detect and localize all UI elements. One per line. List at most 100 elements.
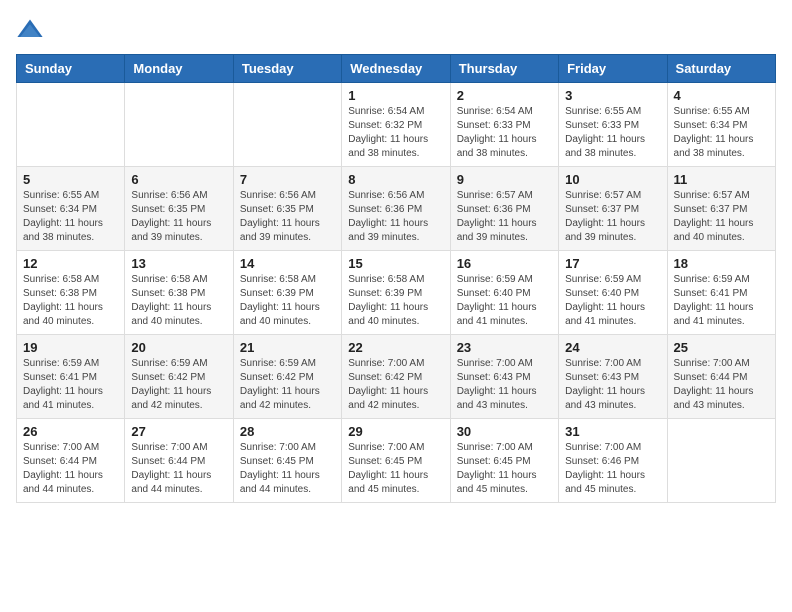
calendar-cell: 16Sunrise: 6:59 AM Sunset: 6:40 PM Dayli…	[450, 251, 558, 335]
day-number: 22	[348, 340, 443, 355]
day-number: 18	[674, 256, 769, 271]
day-number: 12	[23, 256, 118, 271]
day-number: 10	[565, 172, 660, 187]
calendar-cell: 30 Sunrise: 7:00 AM Sunset: 6:45 PM Dayli…	[450, 419, 558, 503]
calendar-cell: 3 Sunrise: 6:55 AM Sunset: 6:33 PM Daylig…	[559, 83, 667, 167]
day-number: 5	[23, 172, 118, 187]
day-info: Sunrise: 6:57 AM Sunset: 6:37 PM Dayligh…	[674, 189, 769, 245]
calendar-cell: 9 Sunrise: 6:57 AM Sunset: 6:36 PM Daylig…	[450, 167, 558, 251]
day-number: 19	[23, 340, 118, 355]
day-info: Sunrise: 6:56 AM Sunset: 6:35 PM Dayligh…	[131, 189, 226, 245]
calendar-cell: 26 Sunrise: 7:00 AM Sunset: 6:44 PM Dayli…	[17, 419, 125, 503]
calendar-cell: 14 Sunrise: 6:58 AM Sunset: 6:39 PM Dayli…	[233, 251, 341, 335]
calendar-cell: 17 Sunrise: 6:59 AM Sunset: 6:40 PM Dayli…	[559, 251, 667, 335]
day-info: Sunrise: 6:55 AM Sunset: 6:34 PM Dayligh…	[23, 189, 118, 245]
calendar-cell: 21 Sunrise: 6:59 AM Sunset: 6:42 PM Dayli…	[233, 335, 341, 419]
day-of-week-header: Saturday	[667, 55, 775, 83]
day-info: Sunrise: 7:00 AM Sunset: 6:43 PM Dayligh…	[457, 357, 552, 413]
day-info: Sunrise: 6:56 AM Sunset: 6:35 PM Dayligh…	[240, 189, 335, 245]
day-number: 4	[674, 88, 769, 103]
calendar-cell: 8 Sunrise: 6:56 AM Sunset: 6:36 PM Daylig…	[342, 167, 450, 251]
calendar-cell	[233, 83, 341, 167]
calendar-body: 1Sunrise: 6:54 AM Sunset: 6:32 PM Daylig…	[17, 83, 776, 503]
day-number: 30	[457, 424, 552, 439]
calendar-cell: 19 Sunrise: 6:59 AM Sunset: 6:41 PM Dayli…	[17, 335, 125, 419]
day-number: 25	[674, 340, 769, 355]
day-of-week-header: Monday	[125, 55, 233, 83]
calendar-cell	[125, 83, 233, 167]
day-info: Sunrise: 7:00 AM Sunset: 6:45 PM Dayligh…	[348, 441, 443, 497]
day-info: Sunrise: 7:00 AM Sunset: 6:42 PM Dayligh…	[348, 357, 443, 413]
calendar-cell: 12 Sunrise: 6:58 AM Sunset: 6:38 PM Dayli…	[17, 251, 125, 335]
calendar-cell: 20Sunrise: 6:59 AM Sunset: 6:42 PM Dayli…	[125, 335, 233, 419]
calendar-week-row: 12 Sunrise: 6:58 AM Sunset: 6:38 PM Dayli…	[17, 251, 776, 335]
day-info: Sunrise: 6:57 AM Sunset: 6:36 PM Dayligh…	[457, 189, 552, 245]
day-info: Sunrise: 6:59 AM Sunset: 6:41 PM Dayligh…	[23, 357, 118, 413]
day-info: Sunrise: 7:00 AM Sunset: 6:44 PM Dayligh…	[23, 441, 118, 497]
day-number: 21	[240, 340, 335, 355]
day-number: 16	[457, 256, 552, 271]
day-info: Sunrise: 7:00 AM Sunset: 6:43 PM Dayligh…	[565, 357, 660, 413]
calendar-cell: 28 Sunrise: 7:00 AM Sunset: 6:45 PM Dayli…	[233, 419, 341, 503]
day-number: 3	[565, 88, 660, 103]
day-info: Sunrise: 6:56 AM Sunset: 6:36 PM Dayligh…	[348, 189, 443, 245]
day-number: 11	[674, 172, 769, 187]
day-info: Sunrise: 6:54 AM Sunset: 6:32 PM Dayligh…	[348, 105, 443, 161]
calendar-cell: 2Sunrise: 6:54 AM Sunset: 6:33 PM Daylig…	[450, 83, 558, 167]
calendar-cell: 27 Sunrise: 7:00 AM Sunset: 6:44 PM Dayli…	[125, 419, 233, 503]
day-info: Sunrise: 6:55 AM Sunset: 6:33 PM Dayligh…	[565, 105, 660, 161]
calendar-cell: 13 Sunrise: 6:58 AM Sunset: 6:38 PM Dayli…	[125, 251, 233, 335]
day-number: 26	[23, 424, 118, 439]
day-number: 14	[240, 256, 335, 271]
calendar-cell: 23 Sunrise: 7:00 AM Sunset: 6:43 PM Dayli…	[450, 335, 558, 419]
day-number: 17	[565, 256, 660, 271]
day-info: Sunrise: 7:00 AM Sunset: 6:45 PM Dayligh…	[457, 441, 552, 497]
day-info: Sunrise: 6:59 AM Sunset: 6:42 PM Dayligh…	[240, 357, 335, 413]
day-number: 8	[348, 172, 443, 187]
day-number: 24	[565, 340, 660, 355]
day-info: Sunrise: 6:58 AM Sunset: 6:38 PM Dayligh…	[23, 273, 118, 329]
day-info: Sunrise: 7:00 AM Sunset: 6:44 PM Dayligh…	[674, 357, 769, 413]
day-number: 28	[240, 424, 335, 439]
day-number: 27	[131, 424, 226, 439]
calendar-cell: 4 Sunrise: 6:55 AM Sunset: 6:34 PM Daylig…	[667, 83, 775, 167]
day-of-week-header: Thursday	[450, 55, 558, 83]
day-info: Sunrise: 7:00 AM Sunset: 6:45 PM Dayligh…	[240, 441, 335, 497]
day-info: Sunrise: 7:00 AM Sunset: 6:44 PM Dayligh…	[131, 441, 226, 497]
calendar-week-row: 26 Sunrise: 7:00 AM Sunset: 6:44 PM Dayli…	[17, 419, 776, 503]
calendar-cell: 15Sunrise: 6:58 AM Sunset: 6:39 PM Dayli…	[342, 251, 450, 335]
day-number: 31	[565, 424, 660, 439]
day-of-week-header: Friday	[559, 55, 667, 83]
calendar-cell: 1Sunrise: 6:54 AM Sunset: 6:32 PM Daylig…	[342, 83, 450, 167]
calendar-cell: 11 Sunrise: 6:57 AM Sunset: 6:37 PM Dayli…	[667, 167, 775, 251]
day-of-week-header: Wednesday	[342, 55, 450, 83]
day-info: Sunrise: 6:57 AM Sunset: 6:37 PM Dayligh…	[565, 189, 660, 245]
days-of-week-row: SundayMondayTuesdayWednesdayThursdayFrid…	[17, 55, 776, 83]
calendar-cell: 6 Sunrise: 6:56 AM Sunset: 6:35 PM Daylig…	[125, 167, 233, 251]
day-info: Sunrise: 6:58 AM Sunset: 6:39 PM Dayligh…	[240, 273, 335, 329]
day-number: 6	[131, 172, 226, 187]
calendar-header: SundayMondayTuesdayWednesdayThursdayFrid…	[17, 55, 776, 83]
day-of-week-header: Tuesday	[233, 55, 341, 83]
day-info: Sunrise: 6:59 AM Sunset: 6:40 PM Dayligh…	[565, 273, 660, 329]
calendar-cell: 24 Sunrise: 7:00 AM Sunset: 6:43 PM Dayli…	[559, 335, 667, 419]
calendar-cell: 18 Sunrise: 6:59 AM Sunset: 6:41 PM Dayli…	[667, 251, 775, 335]
day-info: Sunrise: 6:54 AM Sunset: 6:33 PM Dayligh…	[457, 105, 552, 161]
day-info: Sunrise: 6:59 AM Sunset: 6:42 PM Dayligh…	[131, 357, 226, 413]
calendar-table: SundayMondayTuesdayWednesdayThursdayFrid…	[16, 54, 776, 503]
day-number: 29	[348, 424, 443, 439]
day-number: 23	[457, 340, 552, 355]
calendar-cell: 7Sunrise: 6:56 AM Sunset: 6:35 PM Daylig…	[233, 167, 341, 251]
day-number: 13	[131, 256, 226, 271]
day-number: 9	[457, 172, 552, 187]
calendar-cell: 31 Sunrise: 7:00 AM Sunset: 6:46 PM Dayli…	[559, 419, 667, 503]
logo	[16, 16, 48, 44]
calendar-week-row: 19 Sunrise: 6:59 AM Sunset: 6:41 PM Dayli…	[17, 335, 776, 419]
day-info: Sunrise: 7:00 AM Sunset: 6:46 PM Dayligh…	[565, 441, 660, 497]
day-of-week-header: Sunday	[17, 55, 125, 83]
calendar-cell	[17, 83, 125, 167]
day-info: Sunrise: 6:58 AM Sunset: 6:38 PM Dayligh…	[131, 273, 226, 329]
day-info: Sunrise: 6:59 AM Sunset: 6:41 PM Dayligh…	[674, 273, 769, 329]
calendar-cell: 22 Sunrise: 7:00 AM Sunset: 6:42 PM Dayli…	[342, 335, 450, 419]
day-info: Sunrise: 6:55 AM Sunset: 6:34 PM Dayligh…	[674, 105, 769, 161]
